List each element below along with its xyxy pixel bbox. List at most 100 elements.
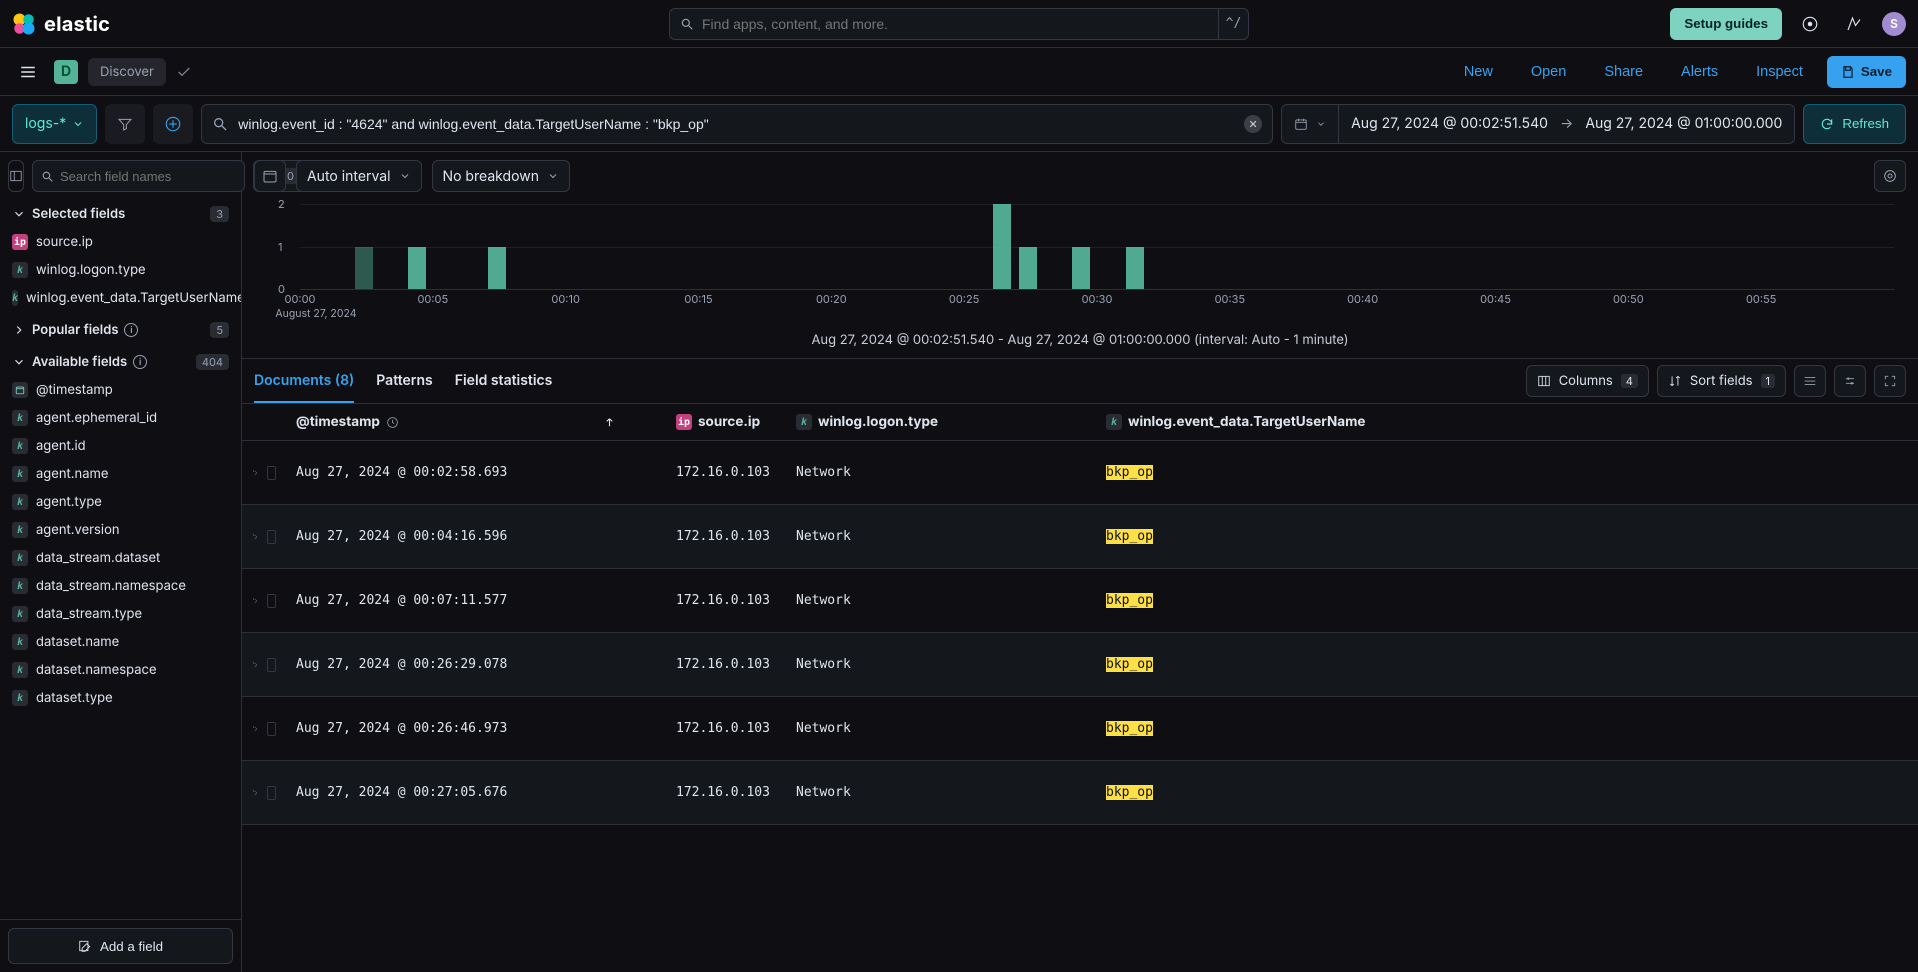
histogram-bar[interactable] bbox=[355, 247, 373, 290]
elastic-logo[interactable]: elastic bbox=[12, 12, 110, 36]
kql-query-box[interactable]: ✕ bbox=[201, 104, 1273, 144]
field-search[interactable] bbox=[32, 160, 245, 192]
sort-button[interactable]: Sort fields 1 bbox=[1657, 365, 1786, 397]
cell-source-ip: 172.16.0.103 bbox=[666, 569, 786, 633]
grid-settings-button[interactable] bbox=[1834, 365, 1866, 397]
nav-toggle-button[interactable] bbox=[12, 56, 44, 88]
row-checkbox[interactable] bbox=[267, 466, 276, 480]
tab-patterns[interactable]: Patterns bbox=[376, 359, 433, 403]
columns-icon bbox=[1537, 374, 1551, 388]
toggle-histogram-button[interactable] bbox=[254, 160, 286, 192]
inspect-button[interactable]: Inspect bbox=[1742, 56, 1817, 88]
table-row[interactable]: Aug 27, 2024 @ 00:04:16.596172.16.0.103N… bbox=[242, 505, 1918, 569]
field-item[interactable]: kagent.version bbox=[8, 516, 233, 544]
field-item[interactable]: kdataset.namespace bbox=[8, 656, 233, 684]
section-popular-fields[interactable]: Popular fields i 5 bbox=[8, 312, 233, 344]
histogram-bar[interactable] bbox=[993, 204, 1011, 289]
share-button[interactable]: Share bbox=[1590, 56, 1657, 88]
global-search[interactable]: ^/ bbox=[669, 8, 1249, 40]
display-options-button[interactable] bbox=[1794, 365, 1826, 397]
table-row[interactable]: Aug 27, 2024 @ 00:26:46.973172.16.0.103N… bbox=[242, 697, 1918, 761]
help-button[interactable] bbox=[1794, 8, 1826, 40]
field-search-input[interactable] bbox=[60, 169, 236, 184]
global-search-input[interactable] bbox=[702, 16, 1208, 32]
clear-query-button[interactable]: ✕ bbox=[1244, 115, 1262, 133]
save-button[interactable]: Save bbox=[1827, 56, 1906, 88]
table-row[interactable]: Aug 27, 2024 @ 00:27:05.676172.16.0.103N… bbox=[242, 761, 1918, 825]
histogram-bar[interactable] bbox=[488, 247, 506, 290]
time-picker[interactable]: Aug 27, 2024 @ 00:02:51.540 → Aug 27, 20… bbox=[1281, 104, 1795, 144]
table-row[interactable]: Aug 27, 2024 @ 00:26:29.078172.16.0.103N… bbox=[242, 633, 1918, 697]
field-item[interactable]: kdata_stream.namespace bbox=[8, 572, 233, 600]
user-avatar[interactable]: S bbox=[1882, 12, 1906, 36]
breadcrumb-discover[interactable]: Discover bbox=[88, 58, 166, 86]
col-timestamp[interactable]: @timestamp bbox=[286, 404, 666, 441]
field-item[interactable]: @timestamp bbox=[8, 376, 233, 404]
histogram-chart[interactable]: 2 1 0 00:0000:0500:1000:1500:2000:2500:3… bbox=[242, 200, 1918, 328]
expand-icon[interactable] bbox=[252, 723, 259, 735]
expand-icon[interactable] bbox=[252, 787, 259, 799]
columns-button[interactable]: Columns 4 bbox=[1526, 365, 1649, 397]
expand-icon[interactable] bbox=[252, 595, 259, 607]
row-checkbox[interactable] bbox=[267, 786, 276, 800]
row-checkbox[interactable] bbox=[267, 530, 276, 544]
expand-icon[interactable] bbox=[252, 467, 259, 479]
field-item[interactable]: kwinlog.event_data.TargetUserName bbox=[8, 284, 233, 312]
table-row[interactable]: Aug 27, 2024 @ 00:02:58.693172.16.0.103N… bbox=[242, 441, 1918, 505]
field-item[interactable]: kagent.name bbox=[8, 460, 233, 488]
filter-button[interactable] bbox=[105, 104, 145, 144]
field-item[interactable]: kwinlog.logon.type bbox=[8, 256, 233, 284]
expand-icon[interactable] bbox=[252, 659, 259, 671]
field-item[interactable]: kdata_stream.type bbox=[8, 600, 233, 628]
table-row[interactable]: Aug 27, 2024 @ 00:07:11.577172.16.0.103N… bbox=[242, 569, 1918, 633]
field-item[interactable]: kdataset.name bbox=[8, 628, 233, 656]
histogram-bar[interactable] bbox=[408, 247, 426, 290]
row-checkbox[interactable] bbox=[267, 594, 276, 608]
data-view-picker[interactable]: logs-* bbox=[12, 104, 97, 144]
time-end[interactable]: Aug 27, 2024 @ 01:00:00.000 bbox=[1573, 105, 1794, 143]
tab-field-stats[interactable]: Field statistics bbox=[455, 359, 553, 403]
row-checkbox[interactable] bbox=[267, 722, 276, 736]
interval-dropdown[interactable]: Auto interval bbox=[296, 160, 422, 192]
add-field-button[interactable]: Add a field bbox=[8, 928, 233, 964]
field-item[interactable]: kdataset.type bbox=[8, 684, 233, 712]
new-button[interactable]: New bbox=[1450, 56, 1507, 88]
add-filter-button[interactable] bbox=[153, 104, 193, 144]
alerts-button[interactable]: Alerts bbox=[1667, 56, 1732, 88]
col-source-ip[interactable]: ipsource.ip bbox=[666, 404, 786, 441]
setup-guides-button[interactable]: Setup guides bbox=[1670, 8, 1782, 40]
refresh-button[interactable]: Refresh bbox=[1803, 104, 1906, 144]
section-available-fields[interactable]: Available fields i 404 bbox=[8, 344, 233, 376]
info-icon[interactable]: i bbox=[133, 355, 147, 369]
open-button[interactable]: Open bbox=[1517, 56, 1580, 88]
field-item[interactable]: kagent.id bbox=[8, 432, 233, 460]
time-start[interactable]: Aug 27, 2024 @ 00:02:51.540 bbox=[1339, 105, 1560, 143]
date-icon bbox=[12, 382, 28, 398]
field-item[interactable]: kdata_stream.dataset bbox=[8, 544, 233, 572]
field-item[interactable]: kagent.type bbox=[8, 488, 233, 516]
expand-icon[interactable] bbox=[252, 531, 259, 543]
histogram-bar[interactable] bbox=[1072, 247, 1090, 290]
col-target-user[interactable]: kwinlog.event_data.TargetUserName bbox=[1096, 404, 1918, 441]
sort-asc-icon[interactable] bbox=[603, 416, 616, 429]
histogram-bar[interactable] bbox=[1019, 247, 1037, 290]
field-item[interactable]: ipsource.ip bbox=[8, 228, 233, 256]
field-item[interactable]: kagent.ephemeral_id bbox=[8, 404, 233, 432]
breakdown-dropdown[interactable]: No breakdown bbox=[432, 160, 570, 192]
document-grid[interactable]: @timestamp ipsource.ip kwinlog.logon.typ… bbox=[242, 403, 1918, 972]
cell-timestamp: Aug 27, 2024 @ 00:27:05.676 bbox=[286, 761, 666, 825]
row-checkbox[interactable] bbox=[267, 658, 276, 672]
chevron-down-icon bbox=[72, 118, 84, 130]
info-icon[interactable]: i bbox=[124, 323, 138, 337]
fullscreen-button[interactable] bbox=[1874, 365, 1906, 397]
time-picker-calendar-button[interactable] bbox=[1282, 105, 1339, 143]
histogram-bar[interactable] bbox=[1126, 247, 1144, 290]
kql-query-input[interactable] bbox=[238, 116, 1234, 132]
save-visualization-button[interactable] bbox=[1874, 160, 1906, 192]
section-selected-fields[interactable]: Selected fields 3 bbox=[8, 196, 233, 228]
field-name: dataset.type bbox=[36, 691, 113, 705]
newsfeed-button[interactable] bbox=[1838, 8, 1870, 40]
collapse-sidebar-button[interactable] bbox=[8, 160, 24, 192]
col-logon-type[interactable]: kwinlog.logon.type bbox=[786, 404, 1096, 441]
tab-documents[interactable]: Documents (8) bbox=[254, 359, 354, 403]
